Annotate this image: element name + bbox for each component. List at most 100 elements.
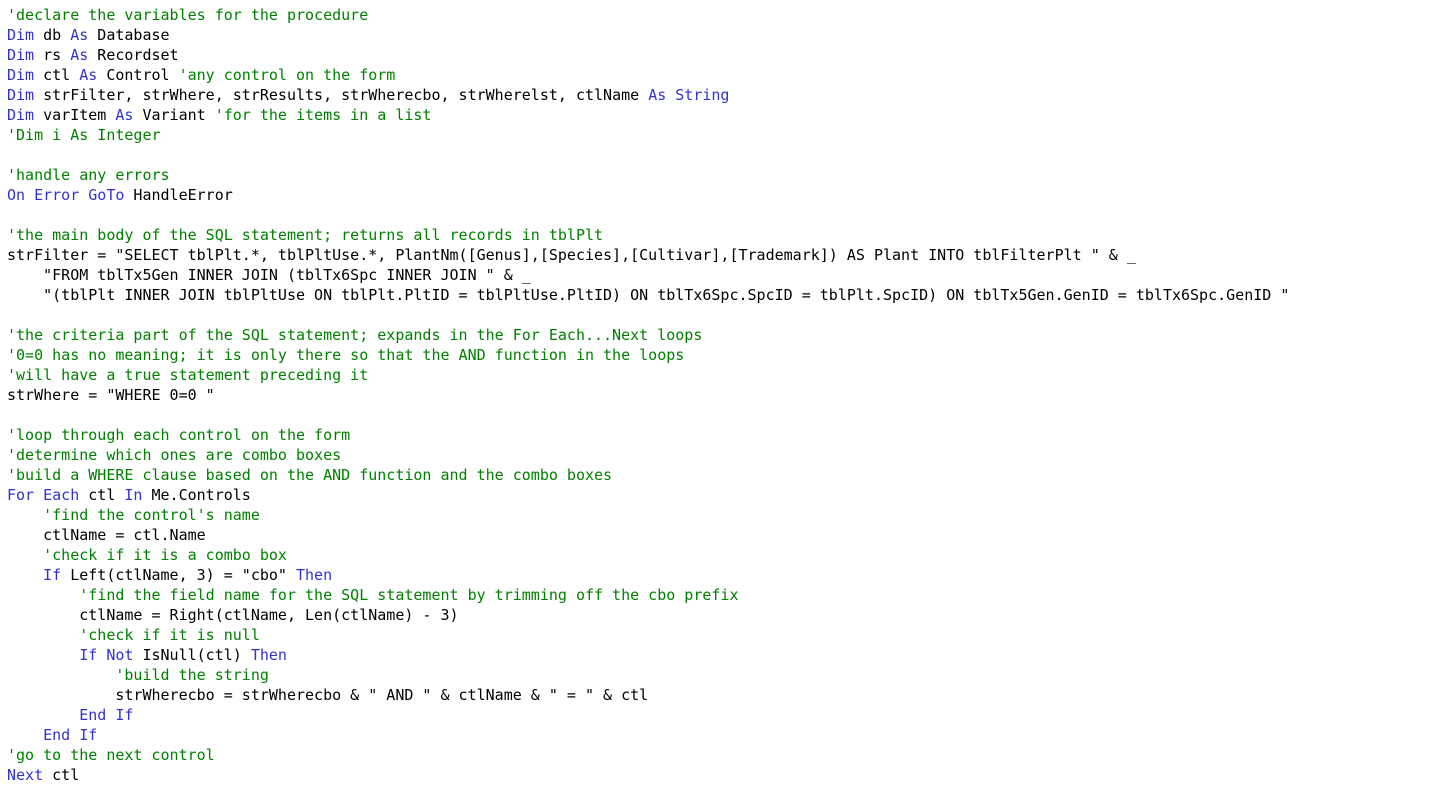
code-line: strWhere = "WHERE 0=0 " xyxy=(7,385,1445,405)
token-plain: HandleError xyxy=(124,186,233,204)
token-keyword: End If xyxy=(43,726,98,744)
token-keyword: Then xyxy=(296,566,333,584)
token-keyword: Dim xyxy=(7,106,35,124)
token-keyword: Dim xyxy=(7,66,35,84)
token-keyword: Then xyxy=(250,646,287,664)
token-keyword: If xyxy=(43,566,62,584)
token-comment: 'check if it is null xyxy=(7,626,260,644)
token-keyword: On Error GoTo xyxy=(7,186,125,204)
token-plain: Database xyxy=(88,26,170,44)
token-comment: 'check if it is a combo box xyxy=(7,546,287,564)
token-keyword: As xyxy=(70,46,89,64)
token-comment: 'Dim i As Integer xyxy=(7,126,161,144)
token-comment: 'loop through each control on the form xyxy=(7,426,351,444)
code-line: Dim varItem As Variant 'for the items in… xyxy=(7,105,1445,125)
code-line: If Left(ctlName, 3) = "cbo" Then xyxy=(7,565,1445,585)
token-comment: '0=0 has no meaning; it is only there so… xyxy=(7,346,685,364)
code-line: 'the main body of the SQL statement; ret… xyxy=(7,225,1445,245)
token-keyword: If Not xyxy=(79,646,134,664)
token-plain: Left(ctlName, 3) = "cbo" xyxy=(61,566,296,584)
token-plain: Recordset xyxy=(88,46,179,64)
token-keyword: Dim xyxy=(7,26,35,44)
token-plain: Variant xyxy=(133,106,215,124)
token-keyword: As xyxy=(115,106,134,124)
token-plain: ctlName = Right(ctlName, Len(ctlName) - … xyxy=(7,606,459,624)
code-line: 'build the string xyxy=(7,665,1445,685)
token-plain: "FROM tblTx5Gen INNER JOIN (tblTx6Spc IN… xyxy=(7,266,531,284)
token-plain: "(tblPlt INNER JOIN tblPltUse ON tblPlt.… xyxy=(7,286,1290,304)
code-line: "(tblPlt INNER JOIN tblPltUse ON tblPlt.… xyxy=(7,285,1445,305)
token-plain: strFilter = "SELECT tblPlt.*, tblPltUse.… xyxy=(7,246,1136,264)
token-comment: 'will have a true statement preceding it xyxy=(7,366,369,384)
code-line: 'check if it is null xyxy=(7,625,1445,645)
token-plain: Control xyxy=(97,66,179,84)
token-plain: IsNull(ctl) xyxy=(133,646,251,664)
token-keyword: In xyxy=(124,486,143,504)
token-keyword: Dim xyxy=(7,86,35,104)
code-line: 'the criteria part of the SQL statement;… xyxy=(7,325,1445,345)
code-line: strWherecbo = strWherecbo & " AND " & ct… xyxy=(7,685,1445,705)
token-comment: 'the main body of the SQL statement; ret… xyxy=(7,226,604,244)
token-plain: strFilter, strWhere, strResults, strWher… xyxy=(34,86,649,104)
code-line: 'build a WHERE clause based on the AND f… xyxy=(7,465,1445,485)
token-plain: ctl xyxy=(34,66,80,84)
code-line: For Each ctl In Me.Controls xyxy=(7,485,1445,505)
token-comment: 'declare the variables for the procedure xyxy=(7,6,369,24)
code-line: Dim ctl As Control 'any control on the f… xyxy=(7,65,1445,85)
token-plain: rs xyxy=(34,46,71,64)
token-keyword: As xyxy=(648,86,667,104)
token-comment: 'find the field name for the SQL stateme… xyxy=(7,586,739,604)
code-line: "FROM tblTx5Gen INNER JOIN (tblTx6Spc IN… xyxy=(7,265,1445,285)
code-line: 'determine which ones are combo boxes xyxy=(7,445,1445,465)
code-line: strFilter = "SELECT tblPlt.*, tblPltUse.… xyxy=(7,245,1445,265)
code-line: 'will have a true statement preceding it xyxy=(7,365,1445,385)
code-line: If Not IsNull(ctl) Then xyxy=(7,645,1445,665)
token-plain: Me.Controls xyxy=(142,486,251,504)
token-keyword: For Each xyxy=(7,486,80,504)
code-line: Dim db As Database xyxy=(7,25,1445,45)
token-plain: strWhere = "WHERE 0=0 " xyxy=(7,386,215,404)
token-comment: 'the criteria part of the SQL statement;… xyxy=(7,326,703,344)
code-line: 'loop through each control on the form xyxy=(7,425,1445,445)
token-plain: ctl xyxy=(43,766,80,784)
token-plain: ctl xyxy=(79,486,125,504)
token-plain: varItem xyxy=(34,106,116,124)
token-comment: 'any control on the form xyxy=(178,66,396,84)
token-keyword: String xyxy=(675,86,730,104)
code-line: End If xyxy=(7,725,1445,745)
code-line: 'handle any errors xyxy=(7,165,1445,185)
token-comment: 'build the string xyxy=(7,666,269,684)
token-comment: 'handle any errors xyxy=(7,166,170,184)
token-plain: ctlName = ctl.Name xyxy=(7,526,206,544)
token-keyword: End If xyxy=(79,706,134,724)
code-line: 'find the control's name xyxy=(7,505,1445,525)
code-listing[interactable]: 'declare the variables for the procedure… xyxy=(0,0,1445,785)
token-comment: 'go to the next control xyxy=(7,746,215,764)
code-line: '0=0 has no meaning; it is only there so… xyxy=(7,345,1445,365)
code-line: Dim strFilter, strWhere, strResults, str… xyxy=(7,85,1445,105)
code-line: 'find the field name for the SQL stateme… xyxy=(7,585,1445,605)
token-comment: 'for the items in a list xyxy=(214,106,432,124)
code-line: End If xyxy=(7,705,1445,725)
code-line: ctlName = ctl.Name xyxy=(7,525,1445,545)
token-keyword: As xyxy=(79,66,98,84)
token-comment: 'build a WHERE clause based on the AND f… xyxy=(7,466,613,484)
code-line: Dim rs As Recordset xyxy=(7,45,1445,65)
code-line: Next ctl xyxy=(7,765,1445,785)
token-keyword: Dim xyxy=(7,46,35,64)
code-line: 'Dim i As Integer xyxy=(7,125,1445,145)
token-comment: 'find the control's name xyxy=(7,506,260,524)
code-line: 'declare the variables for the procedure xyxy=(7,5,1445,25)
token-plain: strWherecbo = strWherecbo & " AND " & ct… xyxy=(7,686,649,704)
code-line: 'check if it is a combo box xyxy=(7,545,1445,565)
token-comment: 'determine which ones are combo boxes xyxy=(7,446,342,464)
token-keyword: Next xyxy=(7,766,44,784)
code-line: ctlName = Right(ctlName, Len(ctlName) - … xyxy=(7,605,1445,625)
